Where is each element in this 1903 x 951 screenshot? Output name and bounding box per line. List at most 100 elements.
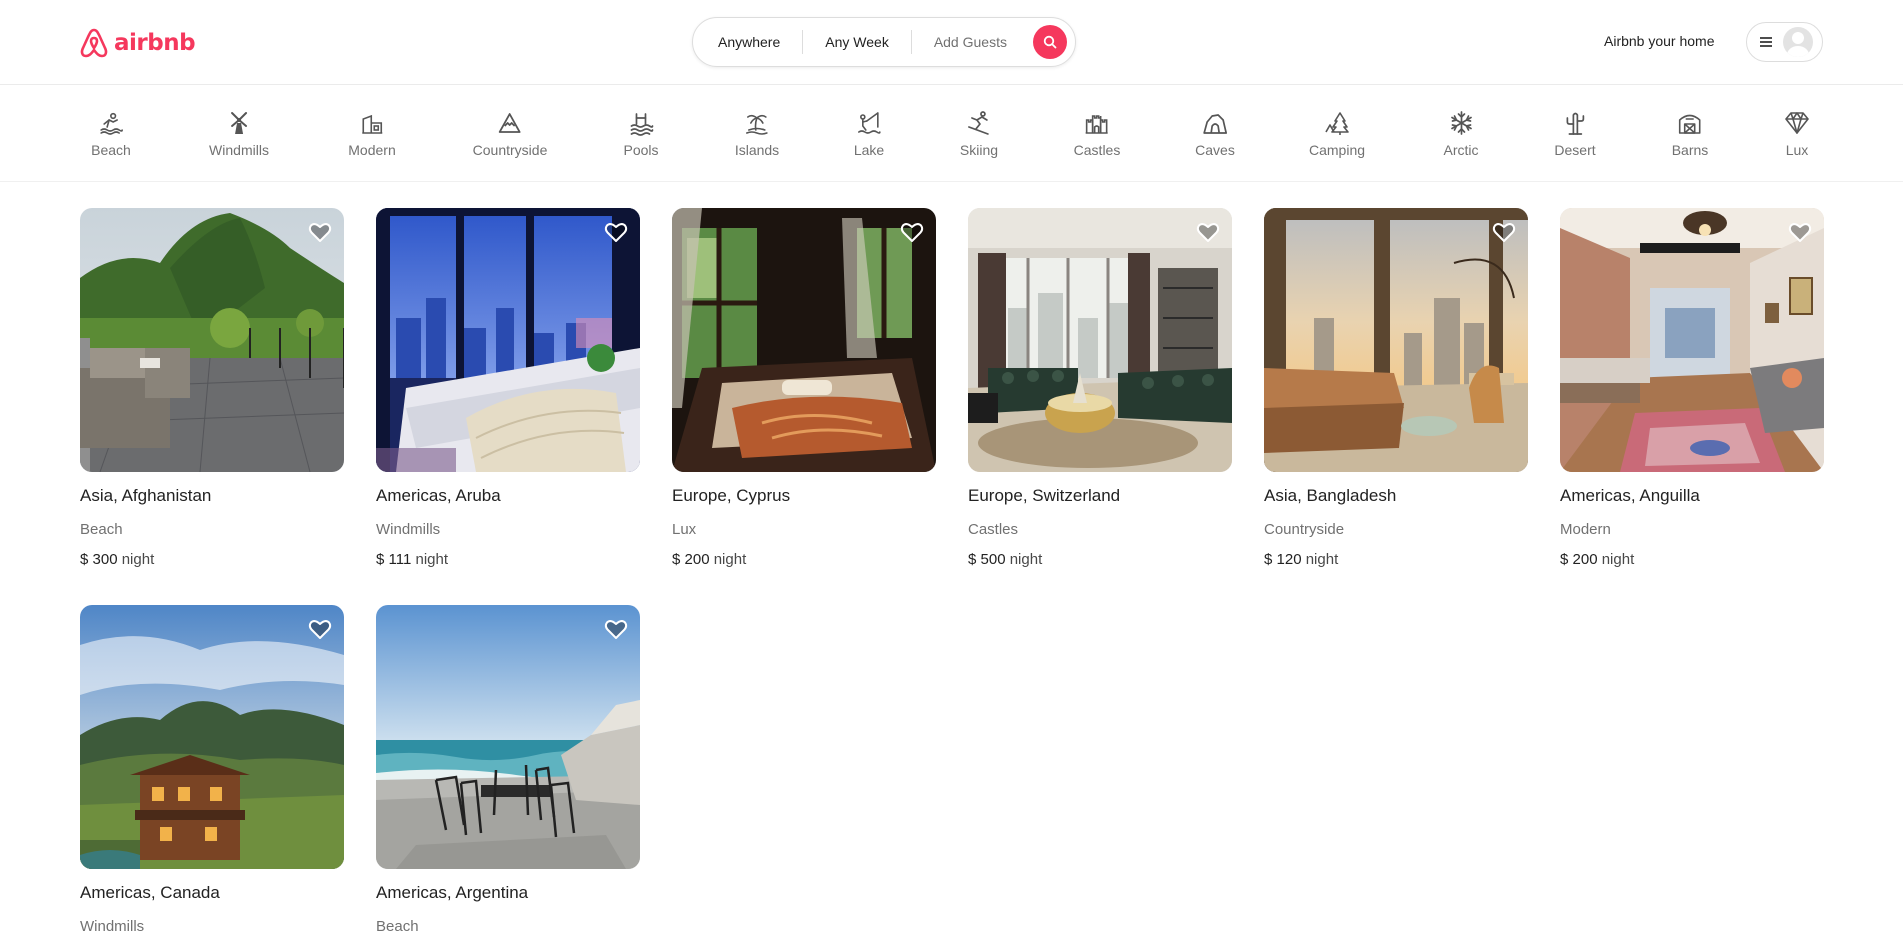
category-label: Modern	[348, 142, 396, 158]
listing-photo[interactable]	[672, 208, 936, 472]
price-amount: $ 200	[1560, 551, 1598, 568]
category-barns[interactable]: Barns	[1671, 110, 1709, 158]
user-menu-button[interactable]	[1746, 22, 1823, 62]
listing-photo[interactable]	[968, 208, 1232, 472]
mountain-icon	[499, 113, 521, 133]
listing-image	[1560, 208, 1824, 472]
listing-category: Modern	[1560, 521, 1611, 538]
category-label: Beach	[91, 142, 131, 158]
listing-photo[interactable]	[376, 208, 640, 472]
category-desert[interactable]: Desert	[1554, 110, 1596, 158]
listing-image	[1264, 208, 1528, 472]
listing-card[interactable]: Americas, Canada Windmills	[80, 605, 344, 935]
category-arctic[interactable]: Arctic	[1444, 110, 1479, 158]
category-label: Caves	[1195, 142, 1235, 158]
category-castles[interactable]: Castles	[1073, 110, 1121, 158]
category-beach[interactable]: Beach	[91, 110, 131, 158]
price-amount: $ 120	[1264, 551, 1302, 568]
listing-card[interactable]: Americas, Aruba Windmills $ 111 night	[376, 208, 640, 568]
listing-photo[interactable]	[1560, 208, 1824, 472]
listing-photo[interactable]	[376, 605, 640, 869]
listing-category: Windmills	[376, 521, 441, 538]
airbnb-logo[interactable]: airbnb	[79, 27, 196, 59]
listing-category: Castles	[968, 521, 1019, 538]
price-unit: night	[415, 551, 449, 568]
favorite-heart-icon[interactable]	[1492, 220, 1516, 244]
category-label: Camping	[1308, 142, 1366, 158]
search-where[interactable]: Anywhere	[718, 34, 802, 50]
windmill-icon	[230, 112, 247, 134]
top-navbar: airbnb Anywhere Any Week Add Guests Airb…	[0, 0, 1903, 85]
listing-price: $ 200 night	[672, 551, 936, 568]
user-avatar-icon	[1783, 27, 1813, 57]
host-link[interactable]: Airbnb your home	[1604, 33, 1715, 49]
search-bar[interactable]: Anywhere Any Week Add Guests	[692, 17, 1076, 67]
category-label: Arctic	[1443, 142, 1479, 158]
category-pools[interactable]: Pools	[623, 110, 659, 158]
price-unit: night	[121, 551, 155, 568]
listing-photo[interactable]	[1264, 208, 1528, 472]
listing-image	[80, 605, 344, 869]
category-label: Castles	[1073, 142, 1121, 158]
favorite-heart-icon[interactable]	[900, 220, 924, 244]
listing-category: Windmills	[80, 918, 145, 935]
category-label: Skiing	[959, 142, 999, 158]
listing-card[interactable]: Americas, Anguilla Modern $ 200 night	[1560, 208, 1824, 568]
search-when[interactable]: Any Week	[803, 34, 911, 50]
listing-card[interactable]: Europe, Switzerland Castles $ 500 night	[968, 208, 1232, 568]
category-islands[interactable]: Islands	[735, 110, 779, 158]
favorite-heart-icon[interactable]	[1788, 220, 1812, 244]
hamburger-icon	[1760, 37, 1772, 47]
category-windmills[interactable]: Windmills	[209, 110, 269, 158]
listing-card[interactable]: Europe, Cyprus Lux $ 200 night	[672, 208, 936, 568]
listing-category: Countryside	[1264, 521, 1345, 538]
category-caves[interactable]: Caves	[1195, 110, 1235, 158]
listing-category: Lux	[672, 521, 697, 538]
favorite-heart-icon[interactable]	[308, 617, 332, 641]
castle-icon	[1086, 115, 1108, 134]
listing-category: Beach	[80, 521, 123, 538]
category-label: Desert	[1554, 142, 1596, 158]
listing-photo[interactable]	[80, 208, 344, 472]
cave-icon	[1203, 114, 1227, 134]
category-label: Barns	[1671, 142, 1709, 158]
listing-card[interactable]: Asia, Afghanistan Beach $ 300 night	[80, 208, 344, 568]
listing-image	[968, 208, 1232, 472]
category-lux[interactable]: Lux	[1784, 110, 1810, 158]
category-camping[interactable]: Camping	[1309, 110, 1365, 158]
favorite-heart-icon[interactable]	[604, 220, 628, 244]
listing-photo[interactable]	[80, 605, 344, 869]
beach-icon	[100, 112, 123, 135]
category-label: Countryside	[472, 142, 548, 158]
category-label: Lux	[1785, 142, 1809, 158]
category-label: Lake	[853, 142, 885, 158]
lake-fishing-icon	[858, 112, 881, 134]
favorite-heart-icon[interactable]	[1196, 220, 1220, 244]
pool-icon	[630, 113, 653, 136]
search-icon	[1043, 35, 1057, 49]
favorite-heart-icon[interactable]	[308, 220, 332, 244]
search-button[interactable]	[1033, 25, 1067, 59]
skiing-icon	[968, 111, 989, 135]
category-countryside[interactable]: Countryside	[472, 110, 548, 158]
listing-location: Asia, Afghanistan	[80, 486, 212, 505]
listing-location: Americas, Aruba	[376, 486, 501, 505]
price-unit: night	[1601, 551, 1635, 568]
listing-card[interactable]: Asia, Bangladesh Countryside $ 120 night	[1264, 208, 1528, 568]
search-guests[interactable]: Add Guests	[912, 34, 1029, 50]
category-modern[interactable]: Modern	[348, 110, 396, 158]
diamond-icon	[1785, 112, 1809, 134]
listing-card[interactable]: Americas, Argentina Beach	[376, 605, 640, 935]
category-lake[interactable]: Lake	[854, 110, 884, 158]
listing-image	[376, 605, 640, 869]
barn-icon	[1679, 114, 1701, 134]
category-label: Windmills	[209, 142, 269, 158]
price-amount: $ 300	[80, 551, 118, 568]
price-unit: night	[1009, 551, 1043, 568]
listing-price: $ 111 night	[376, 551, 640, 568]
listing-location: Europe, Cyprus	[672, 486, 791, 505]
modern-house-icon	[362, 114, 382, 134]
category-skiing[interactable]: Skiing	[960, 110, 998, 158]
favorite-heart-icon[interactable]	[604, 617, 628, 641]
listing-price: $ 500 night	[968, 551, 1232, 568]
